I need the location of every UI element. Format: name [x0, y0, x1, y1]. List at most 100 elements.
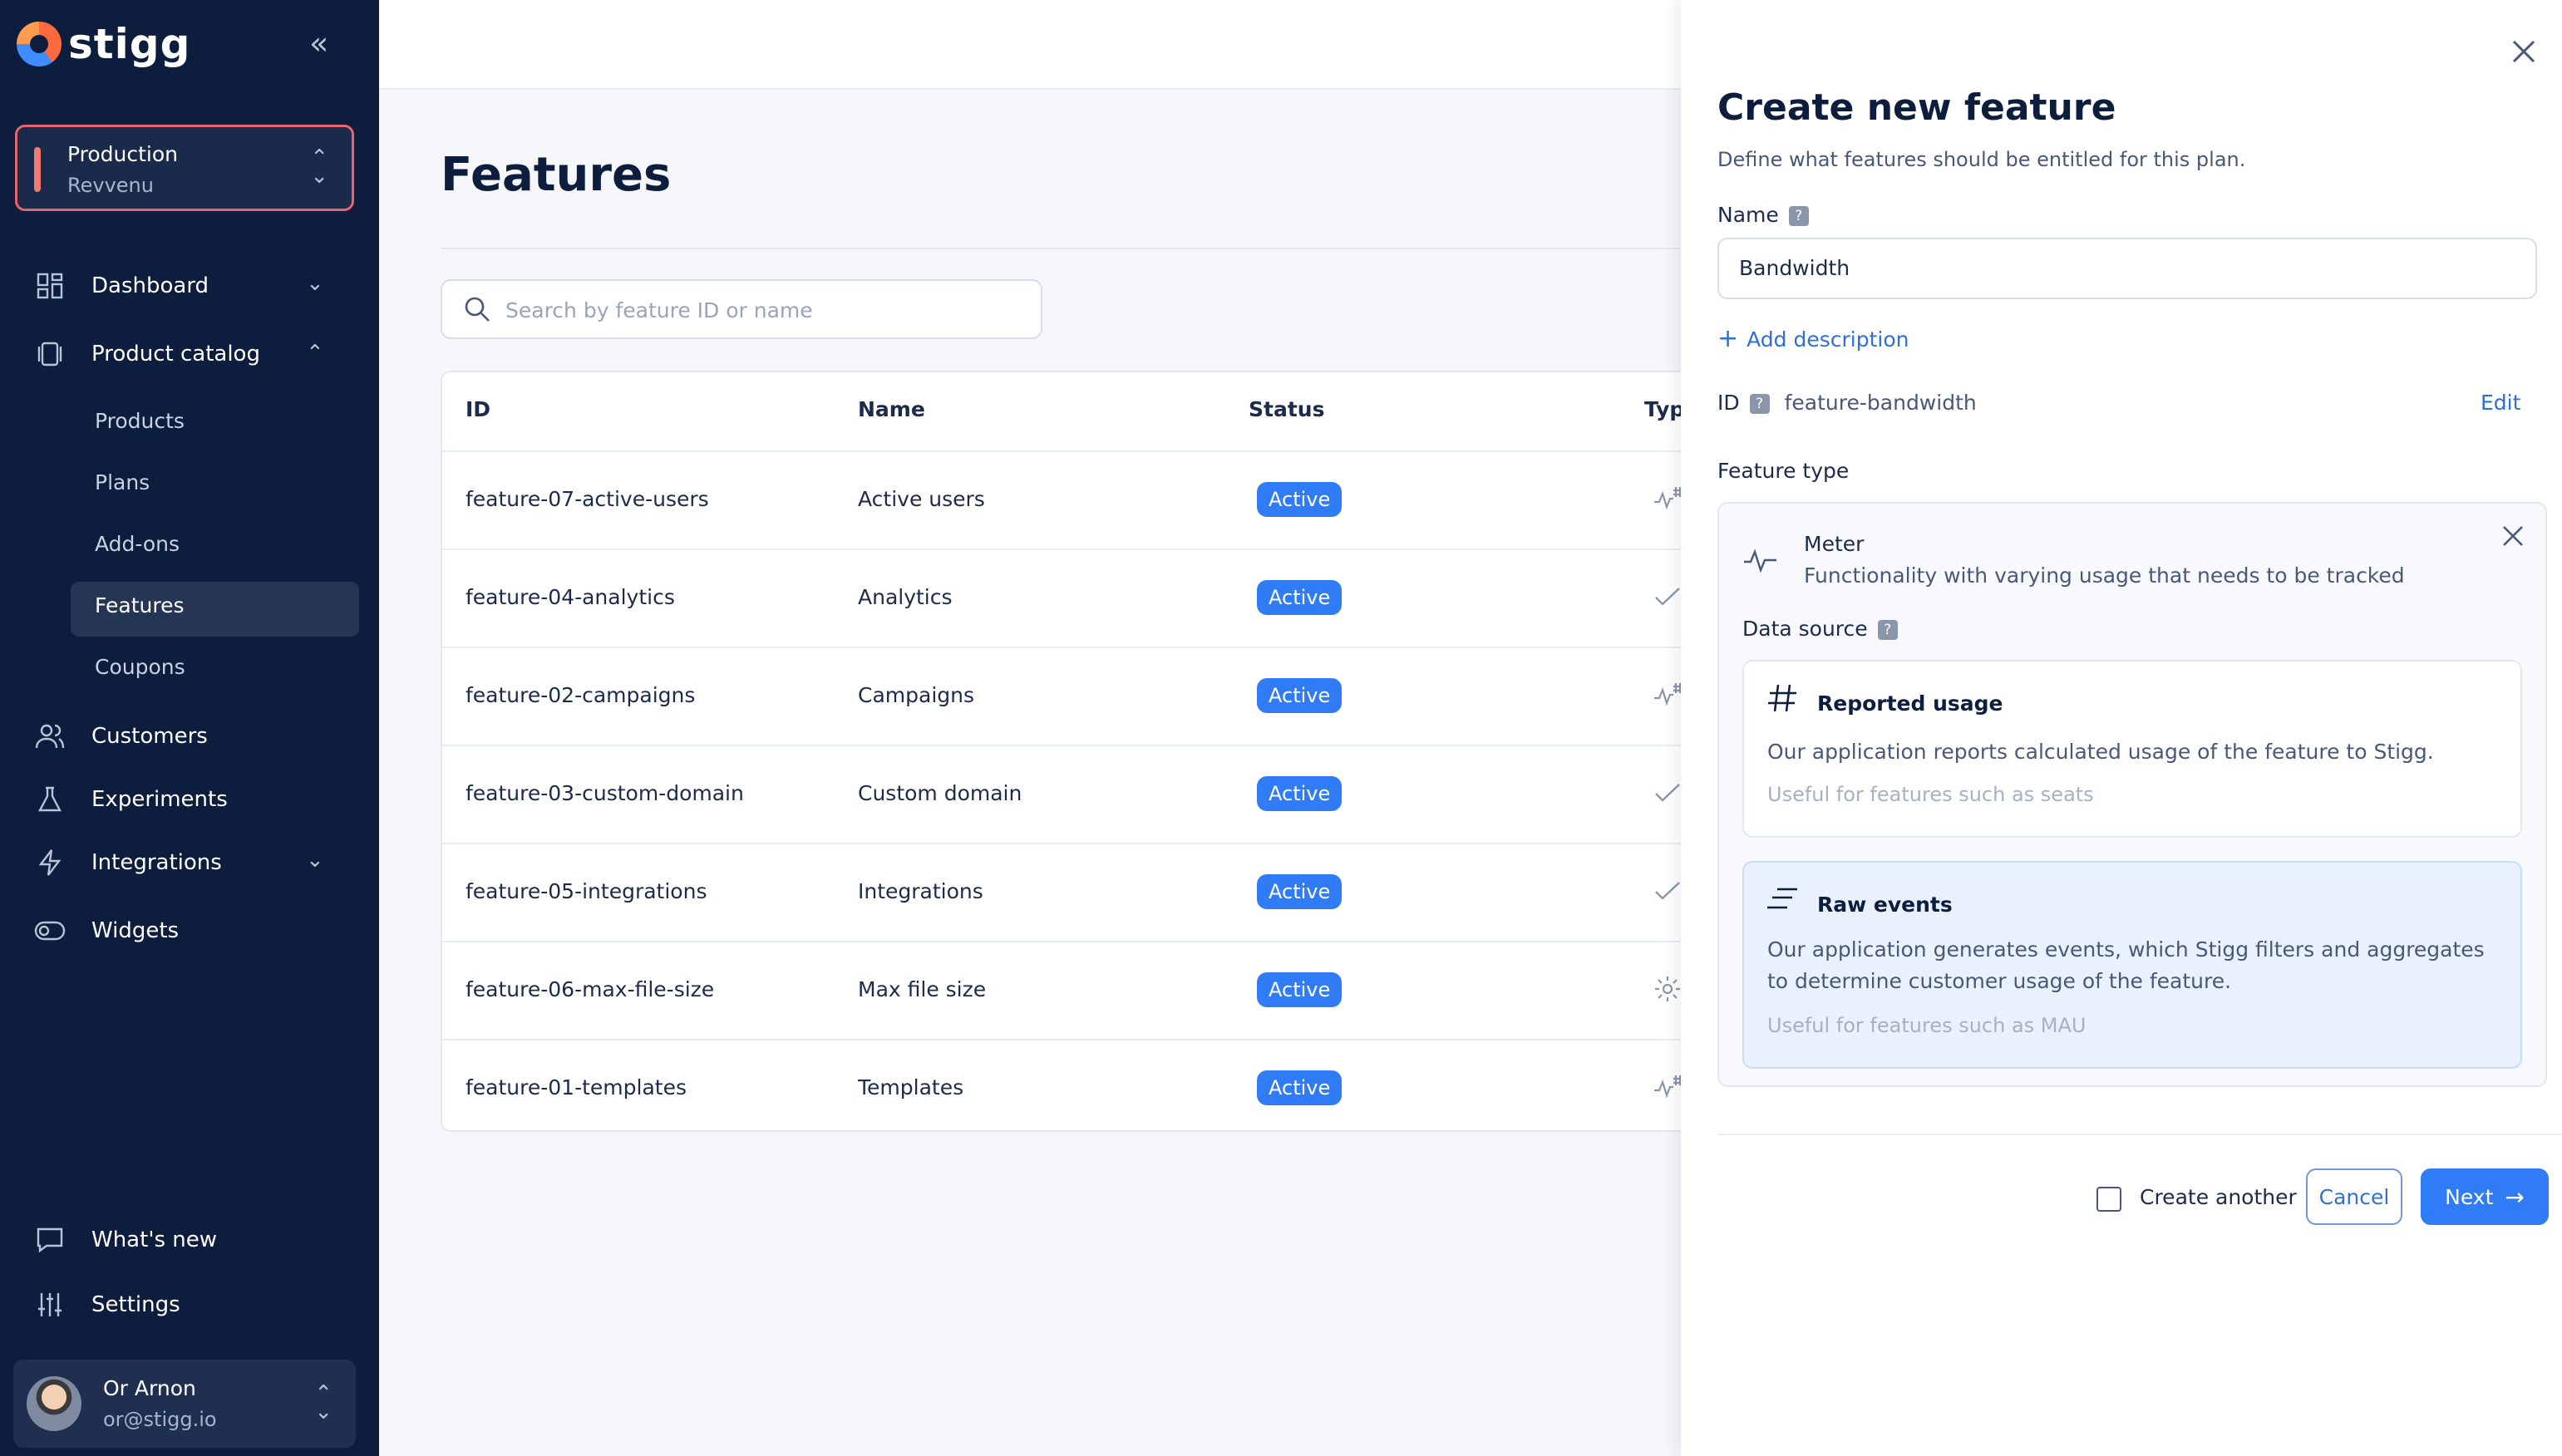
column-header-name[interactable]: Name [858, 397, 925, 421]
close-icon[interactable] [2509, 37, 2539, 66]
user-menu[interactable]: Or Arnon or@stigg.io ⌃ ⌄ [13, 1360, 356, 1448]
sidebar-item-plans[interactable]: Plans [95, 470, 150, 494]
status-badge: Active [1257, 776, 1343, 811]
avatar [27, 1376, 81, 1431]
feature-id-row: ID? feature-bandwidth [1717, 391, 1977, 415]
table-row[interactable]: feature-02-campaigns Campaigns Active [442, 647, 1736, 745]
nav-dashboard-label: Dashboard [91, 273, 209, 298]
feature-id-value: feature-bandwidth [1784, 391, 1977, 415]
sidebar-item-products[interactable]: Products [95, 409, 185, 433]
nav-customers[interactable]: Customers [33, 720, 208, 753]
next-button[interactable]: Next → [2421, 1168, 2549, 1225]
feature-type-box: Meter Functionality with varying usage t… [1717, 502, 2547, 1087]
environment-color-bar [34, 147, 41, 192]
help-icon[interactable]: ? [1749, 394, 1770, 414]
sidebar-item-coupons[interactable]: Coupons [95, 655, 185, 679]
help-icon[interactable]: ? [1788, 206, 1809, 226]
sidebar-item-add-ons[interactable]: Add-ons [95, 532, 180, 556]
column-header-status[interactable]: Status [1249, 397, 1324, 421]
raw-events-option[interactable]: Raw events Our application generates eve… [1742, 861, 2522, 1069]
nav-dashboard[interactable]: Dashboard [33, 269, 209, 303]
users-icon [33, 720, 67, 753]
help-icon[interactable]: ? [1877, 620, 1898, 640]
nav-whats-new[interactable]: What's new [33, 1223, 217, 1257]
sidebar-item-features[interactable]: Features [95, 593, 185, 617]
table-row[interactable]: feature-01-templates Templates Active [442, 1039, 1736, 1130]
nav-product-catalog[interactable]: Product catalog [33, 337, 260, 371]
meter-icon [1744, 548, 1776, 573]
create-another-label: Create another [2140, 1185, 2297, 1209]
nav-settings[interactable]: Settings [33, 1288, 180, 1321]
feature-name: Max file size [858, 977, 987, 1001]
feature-name: Active users [858, 487, 985, 511]
chevron-up-down-icon: ⌃ ⌄ [310, 145, 328, 189]
features-table: ID Name Status Typ feature-07-active-use… [441, 371, 1737, 1132]
nav-experiments-label: Experiments [91, 787, 228, 812]
cancel-button[interactable]: Cancel [2306, 1168, 2402, 1225]
create-another-checkbox[interactable] [2096, 1187, 2121, 1212]
name-field[interactable]: Bandwidth [1717, 238, 2537, 299]
logo-text: stigg [68, 20, 191, 68]
feature-name: Custom domain [858, 781, 1022, 805]
feature-id: feature-05-integrations [466, 879, 707, 903]
page-title: Features [441, 148, 672, 202]
column-header-type[interactable]: Typ [1644, 397, 1684, 421]
meter-icon [1654, 487, 1683, 510]
chevron-down-icon[interactable]: ⌄ [306, 848, 324, 873]
add-description-button[interactable]: + Add description [1717, 324, 1909, 353]
nav-settings-label: Settings [91, 1292, 180, 1317]
feature-id: feature-06-max-file-size [466, 977, 715, 1001]
status-badge: Active [1257, 972, 1343, 1007]
nav-widgets[interactable]: Widgets [33, 914, 179, 947]
collapse-sidebar-icon[interactable]: « [309, 25, 328, 61]
next-button-label: Next [2445, 1184, 2494, 1209]
reported-usage-hint: Useful for features such as seats [1767, 783, 2094, 806]
toggle-icon [33, 914, 67, 947]
catalog-icon [33, 337, 67, 371]
chevron-down-icon[interactable]: ⌄ [306, 271, 324, 296]
table-row[interactable]: feature-03-custom-domain Custom domain A… [442, 745, 1736, 843]
table-row[interactable]: feature-06-max-file-size Max file size A… [442, 941, 1736, 1039]
nav-whats-new-label: What's new [91, 1227, 218, 1252]
nav-integrations-label: Integrations [91, 850, 222, 875]
nav-widgets-label: Widgets [91, 918, 180, 943]
nav-customers-label: Customers [91, 724, 208, 749]
edit-id-button[interactable]: Edit [2481, 391, 2520, 415]
environment-switcher[interactable]: Production Revvenu ⌃ ⌄ [15, 125, 354, 211]
environment-name: Production [67, 142, 179, 166]
table-row[interactable]: feature-04-analytics Analytics Active [442, 548, 1736, 647]
nav-integrations[interactable]: Integrations [33, 846, 222, 879]
reported-usage-title: Reported usage [1817, 691, 2003, 716]
status-badge: Active [1257, 874, 1343, 909]
nav-experiments[interactable]: Experiments [33, 783, 228, 816]
arrow-right-icon: → [2505, 1183, 2525, 1211]
data-source-text: Data source [1742, 617, 1868, 641]
chevron-up-icon[interactable]: ⌃ [306, 341, 324, 366]
sliders-icon [33, 1288, 67, 1321]
add-description-label: Add description [1747, 327, 1909, 352]
clear-feature-type-icon[interactable] [2500, 524, 2525, 548]
meter-icon [1654, 683, 1683, 706]
stigg-logo[interactable]: stigg [17, 20, 190, 68]
status-badge: Active [1257, 580, 1343, 615]
id-label: ID [1717, 391, 1740, 415]
feature-id: feature-03-custom-domain [466, 781, 744, 805]
table-row[interactable]: feature-07-active-users Active users Act… [442, 450, 1736, 548]
search-input[interactable] [505, 294, 1021, 326]
user-name: Or Arnon [103, 1376, 196, 1400]
status-badge: Active [1257, 1070, 1343, 1105]
chat-icon [33, 1223, 67, 1257]
meter-title: Meter [1804, 532, 1865, 556]
table-row[interactable]: feature-05-integrations Integrations Act… [442, 843, 1736, 941]
flask-icon [33, 783, 67, 816]
search-box[interactable] [441, 279, 1042, 339]
reported-usage-option[interactable]: Reported usage Our application reports c… [1742, 660, 2522, 838]
lightning-icon [33, 846, 67, 879]
status-badge: Active [1257, 678, 1343, 713]
column-header-id[interactable]: ID [466, 397, 490, 421]
search-icon [465, 297, 490, 322]
raw-events-description: Our application generates events, which … [1767, 937, 2485, 993]
hash-icon [1768, 684, 1796, 712]
sidebar: stigg « Production Revvenu ⌃ ⌄ Dashboard … [0, 0, 379, 1456]
meter-description: Functionality with varying usage that ne… [1804, 563, 2405, 588]
